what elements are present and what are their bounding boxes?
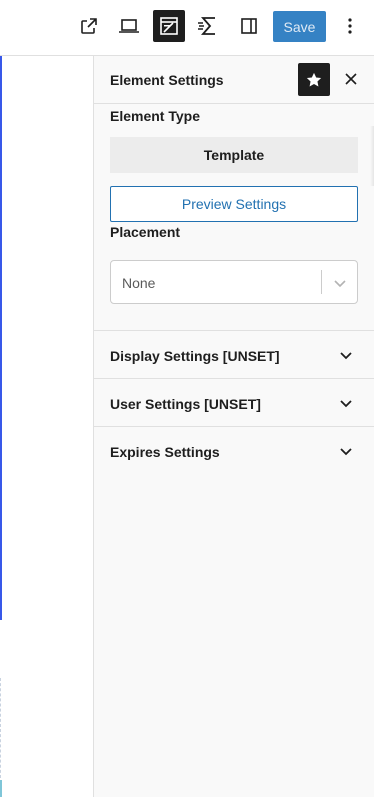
placement-select-value: None [122, 275, 156, 291]
element-settings-panel: Element Settings Element Type Template P… [93, 56, 374, 797]
star-icon [306, 72, 322, 86]
select-separator [321, 270, 322, 294]
expires-settings-label: Expires Settings [110, 444, 220, 460]
placement-select[interactable]: None [110, 260, 358, 304]
canvas-dashed-edge [0, 678, 3, 778]
placement-label: Placement [110, 224, 181, 240]
panel-header: Element Settings [94, 56, 374, 104]
editor-canvas[interactable] [0, 56, 93, 797]
display-settings-label: Display Settings [UNSET] [110, 348, 280, 364]
user-settings-label: User Settings [UNSET] [110, 396, 261, 412]
chevron-down-icon [340, 400, 352, 408]
expires-settings-toggle[interactable]: Expires Settings [94, 427, 374, 474]
close-icon [345, 73, 357, 85]
panel-title: Element Settings [110, 72, 224, 88]
save-button[interactable]: Save [273, 11, 326, 42]
sigma-tool-icon[interactable] [193, 10, 225, 42]
element-type-value: Template [110, 137, 358, 173]
block-layout-icon[interactable] [153, 10, 185, 42]
desktop-preview-icon[interactable] [113, 10, 145, 42]
star-button[interactable] [298, 63, 330, 96]
panel-scroll-shadow [370, 126, 374, 186]
element-type-label: Element Type [110, 108, 200, 124]
external-link-icon[interactable] [73, 10, 105, 42]
user-settings-toggle[interactable]: User Settings [UNSET] [94, 379, 374, 426]
canvas-block-edge [0, 780, 2, 797]
chevron-down-icon [334, 280, 346, 288]
canvas-selection-edge [0, 56, 2, 620]
sidebar-toggle-icon[interactable] [233, 10, 265, 42]
top-toolbar: Save [0, 0, 374, 56]
more-vertical-icon[interactable] [334, 10, 366, 42]
preview-settings-button[interactable]: Preview Settings [110, 186, 358, 222]
display-settings-toggle[interactable]: Display Settings [UNSET] [94, 331, 374, 378]
chevron-down-icon [340, 448, 352, 456]
chevron-down-icon [340, 352, 352, 360]
close-button[interactable] [340, 68, 362, 90]
